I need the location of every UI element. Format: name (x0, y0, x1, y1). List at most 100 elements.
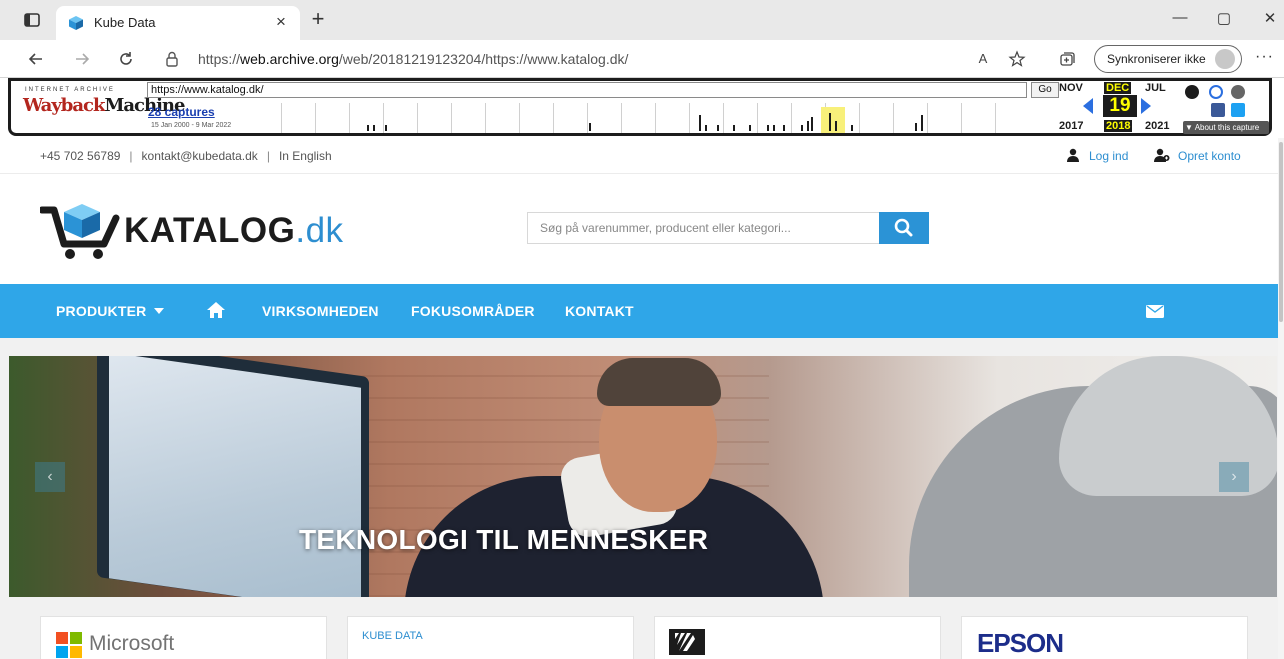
contact-info: +45 702 56789 | kontakt@kubedata.dk | In Eng… (40, 149, 332, 163)
capture-timeline[interactable] (281, 103, 1029, 133)
captures-link[interactable]: 28 captures (148, 105, 215, 119)
timeline-divider (417, 103, 418, 133)
user-add-icon (1154, 148, 1170, 162)
timeline-divider (383, 103, 384, 133)
restore-button[interactable]: ▢ (1212, 9, 1236, 31)
month-prev-link[interactable]: NOV (1059, 82, 1083, 94)
login-link[interactable]: Log ind (1089, 149, 1128, 163)
back-button[interactable] (24, 47, 48, 71)
slider-next-button[interactable]: › (1219, 462, 1249, 492)
timeline-divider (553, 103, 554, 133)
cart-logo-icon[interactable] (38, 200, 122, 260)
capture-date-range: 15 Jan 2000 - 9 Mar 2022 (151, 122, 232, 129)
capture-bar (373, 125, 375, 131)
lock-icon[interactable] (164, 50, 180, 68)
new-tab-button[interactable]: + (306, 6, 330, 32)
site-logo-text[interactable]: KATALOG.dk (124, 211, 344, 251)
nav-focus-areas[interactable]: FOKUSOMRÅDER (411, 303, 535, 319)
brand-card-zebra[interactable] (654, 616, 941, 659)
capture-bar (699, 115, 701, 131)
timeline-divider (587, 103, 588, 133)
microsoft-logo-icon (56, 632, 82, 658)
capture-bar (367, 125, 369, 131)
timeline-divider (927, 103, 928, 133)
url-field[interactable]: https://web.archive.org/web/201812191232… (152, 46, 882, 72)
timeline-divider (961, 103, 962, 133)
capture-bar (801, 125, 803, 131)
refresh-button[interactable] (114, 47, 138, 71)
help-icon[interactable] (1209, 85, 1223, 99)
language-link[interactable]: In English (279, 149, 332, 163)
signup-link[interactable]: Opret konto (1178, 149, 1241, 163)
read-aloud-icon[interactable]: A (972, 48, 994, 70)
capture-bar (811, 117, 813, 131)
search-button[interactable] (879, 212, 929, 244)
profile-sync-button[interactable]: Synkroniserer ikke (1094, 45, 1242, 73)
mail-icon[interactable] (1146, 305, 1164, 318)
wayback-logo-caption: INTERNET ARCHIVE (25, 87, 115, 93)
tab-actions-icon[interactable] (22, 10, 42, 30)
nav-contact[interactable]: KONTAKT (565, 303, 634, 319)
close-toolbar-icon[interactable] (1231, 85, 1245, 99)
site-topline: +45 702 56789 | kontakt@kubedata.dk | In Eng… (0, 138, 1284, 174)
browser-tab[interactable]: Kube Data × (56, 6, 300, 40)
window-close-button[interactable]: ✕ (1258, 9, 1282, 31)
capture-bar (749, 125, 751, 131)
month-next-link[interactable]: JUL (1145, 82, 1166, 94)
forward-button[interactable] (70, 47, 94, 71)
capture-bar (851, 125, 853, 131)
home-icon[interactable] (206, 301, 226, 319)
user-icon (1066, 148, 1080, 162)
brand-card-microsoft[interactable]: Microsoft (40, 616, 327, 659)
hero-person-hair (597, 358, 721, 406)
timeline-divider (893, 103, 894, 133)
hero-slider[interactable]: TEKNOLOGI TIL MENNESKER ‹ › (9, 356, 1277, 597)
scrollbar-thumb[interactable] (1279, 142, 1283, 322)
year-next-link[interactable]: 2021 (1145, 120, 1169, 132)
timeline-divider (723, 103, 724, 133)
brand-card-kube-data[interactable]: KUBE DATA (347, 616, 634, 659)
brand-card-epson[interactable]: EPSON (961, 616, 1248, 659)
twitter-icon[interactable] (1231, 103, 1245, 117)
capture-bar (589, 123, 591, 131)
timeline-divider (451, 103, 452, 133)
timeline-divider (757, 103, 758, 133)
zebra-logo-icon (669, 629, 705, 655)
slider-prev-button[interactable]: ‹ (35, 462, 65, 492)
collections-icon[interactable] (1056, 48, 1078, 70)
wayback-url-input[interactable]: https://www.katalog.dk/ (147, 82, 1027, 98)
timeline-divider (791, 103, 792, 133)
minimize-button[interactable]: — (1168, 9, 1192, 31)
capture-bar (705, 125, 707, 131)
month-current: DEC (1104, 82, 1132, 94)
microsoft-brand-name: Microsoft (89, 632, 175, 655)
email-link[interactable]: kontakt@kubedata.dk (142, 149, 258, 163)
year-current: 2018 (1104, 120, 1133, 132)
capture-bar (773, 125, 775, 131)
sync-label: Synkroniserer ikke (1107, 52, 1206, 66)
timeline-divider (655, 103, 656, 133)
url-text: https://web.archive.org/web/201812191232… (198, 51, 629, 67)
hero-title: TEKNOLOGI TIL MENNESKER (299, 524, 709, 555)
next-capture-arrow-icon[interactable] (1141, 98, 1151, 114)
timeline-divider (859, 103, 860, 133)
capture-bar (385, 125, 387, 131)
phone-number[interactable]: +45 702 56789 (40, 149, 120, 163)
more-options-icon[interactable]: ··· (1255, 48, 1274, 66)
hero-monitor-screen (109, 356, 361, 597)
search-input[interactable]: Søg på varenummer, producent eller kateg… (527, 212, 879, 244)
avatar-icon (1215, 49, 1235, 69)
prev-capture-arrow-icon[interactable] (1083, 98, 1093, 114)
about-capture-button[interactable]: ▼ About this capture (1183, 121, 1269, 134)
favorite-star-icon[interactable] (1006, 48, 1028, 70)
tab-close-button[interactable]: × (272, 12, 290, 32)
capture-bar (717, 125, 719, 131)
nav-company[interactable]: VIRKSOMHEDEN (262, 303, 379, 319)
kube-data-label: KUBE DATA (362, 630, 423, 642)
nav-products[interactable]: PRODUKTER (56, 303, 165, 319)
capture-bar (807, 121, 809, 131)
timeline-divider (995, 103, 996, 133)
facebook-icon[interactable] (1211, 103, 1225, 117)
account-icon[interactable] (1185, 85, 1199, 99)
year-prev-link[interactable]: 2017 (1059, 120, 1083, 132)
